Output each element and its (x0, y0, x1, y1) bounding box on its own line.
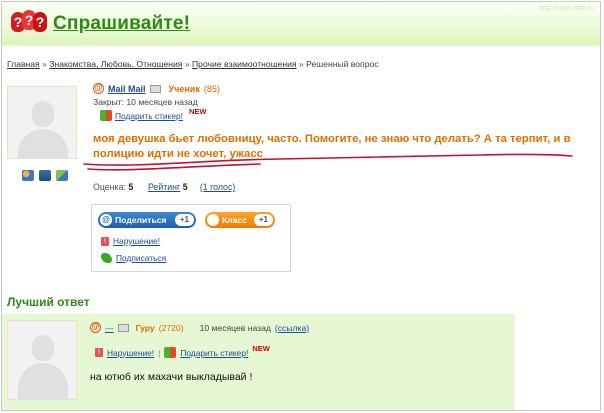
envelope-icon[interactable] (149, 84, 161, 93)
camera-icon[interactable] (39, 170, 51, 181)
klass-count: +1 (253, 214, 273, 226)
gift-icon[interactable] (164, 347, 177, 358)
watermark: http://otvet.mail.ru (538, 5, 594, 12)
question-stats: Оценка: 5 Рейтинг 5 (1 голос) (93, 182, 235, 192)
breadcrumb-separator: » (42, 59, 47, 69)
warning-icon: ! (101, 236, 109, 246)
mail-agent-icon[interactable]: @ (93, 83, 104, 94)
breadcrumb-category[interactable]: Знакомства, Любовь, Отношения (49, 59, 182, 69)
mail-agent-icon[interactable]: @ (90, 322, 101, 333)
answerer-info: @ --- Гуру (2720) 10 месяцев назад (ссыл… (90, 322, 309, 333)
ranking-link[interactable]: Рейтинг (148, 182, 180, 192)
votes-link[interactable]: (1 голос) (200, 182, 235, 192)
breadcrumb-separator: » (298, 59, 304, 69)
asker-info: @ Mail Mail Ученик (85) (93, 83, 220, 94)
new-badge: NEW (189, 107, 207, 116)
share-label: Поделиться (115, 215, 167, 225)
new-badge: NEW (252, 344, 270, 353)
breadcrumb-home[interactable]: Главная (7, 59, 40, 69)
breadcrumb-subcategory[interactable]: Прочие взаимоотношения (192, 59, 297, 69)
warning-icon: ! (95, 348, 103, 357)
answerer-avatar[interactable] (7, 320, 77, 400)
odnoklassniki-icon (207, 214, 219, 226)
answer-actions: ! Нарушение! | Подарить стикер! NEW (95, 344, 270, 358)
answer-time: 10 месяцев назад (199, 322, 271, 333)
answerer-rank: Гуру (135, 322, 155, 333)
video-icon[interactable] (56, 170, 68, 181)
site-header: ? ? ? Спрашивайте! http://otvet.mail.ru (2, 2, 600, 46)
answerer-name-link[interactable]: --- (105, 323, 114, 333)
avatar-placeholder-head (32, 101, 54, 127)
avatar-placeholder-head (32, 335, 54, 361)
report-violation: ! Нарушение! (101, 236, 160, 246)
asker-name-link[interactable]: Mail Mail (108, 84, 146, 94)
avatar-placeholder-body (18, 363, 68, 399)
rating-value: 5 (128, 182, 134, 192)
give-sticker-link[interactable]: Подарить стикер! (115, 111, 183, 121)
asker-rank: Ученик (168, 83, 200, 94)
subscribe-icon (101, 253, 112, 263)
asker-points: (85) (203, 83, 220, 94)
asker-avatar[interactable] (7, 86, 77, 159)
give-sticker: Подарить стикер! NEW (100, 107, 207, 121)
klass-label: Класс (222, 215, 248, 225)
action-separator: | (158, 347, 161, 358)
avatar-placeholder-body (18, 129, 68, 158)
hand-drawn-underline (83, 153, 573, 171)
breadcrumb-separator: » (184, 59, 190, 69)
ranking-value: 5 (182, 182, 188, 192)
page-frame: ? ? ? Спрашивайте! http://otvet.mail.ru … (1, 1, 601, 411)
share-box: @ Поделиться +1 Класс +1 ! Нарушение! По… (91, 204, 291, 272)
answer-permalink[interactable]: (ссылка) (275, 323, 309, 333)
share-button[interactable]: @ Поделиться +1 (98, 212, 196, 228)
best-answer-text: на ютюб их махачи выкладывай ! (90, 371, 253, 383)
asker-icons (22, 170, 68, 181)
rating-label: Оценка: (93, 182, 126, 192)
gift-icon[interactable] (100, 110, 112, 121)
best-answer-heading: Лучший ответ (7, 295, 90, 309)
share-count: +1 (174, 214, 194, 226)
breadcrumb-current: Решенный вопрос (306, 59, 379, 69)
envelope-icon[interactable] (117, 323, 129, 332)
breadcrumb: Главная » Знакомства, Любовь, Отношения … (7, 59, 379, 69)
answer-report-link[interactable]: Нарушение! (107, 348, 154, 358)
answerer-points: (2720) (158, 322, 184, 333)
klass-button[interactable]: Класс +1 (205, 212, 275, 228)
users-icon[interactable] (22, 170, 34, 181)
logo-question-marks-icon[interactable]: ? ? ? (11, 10, 47, 34)
subscribe-link[interactable]: Подписаться (116, 253, 166, 263)
question-closed-status: Закрыт: 10 месяцев назад (93, 97, 198, 107)
mail-at-icon: @ (100, 214, 112, 226)
site-title-link[interactable]: Спрашивайте! (53, 13, 190, 35)
report-violation-link[interactable]: Нарушение! (113, 236, 160, 246)
answer-give-sticker-link[interactable]: Подарить стикер! (180, 348, 248, 358)
subscribe: Подписаться (101, 253, 166, 263)
